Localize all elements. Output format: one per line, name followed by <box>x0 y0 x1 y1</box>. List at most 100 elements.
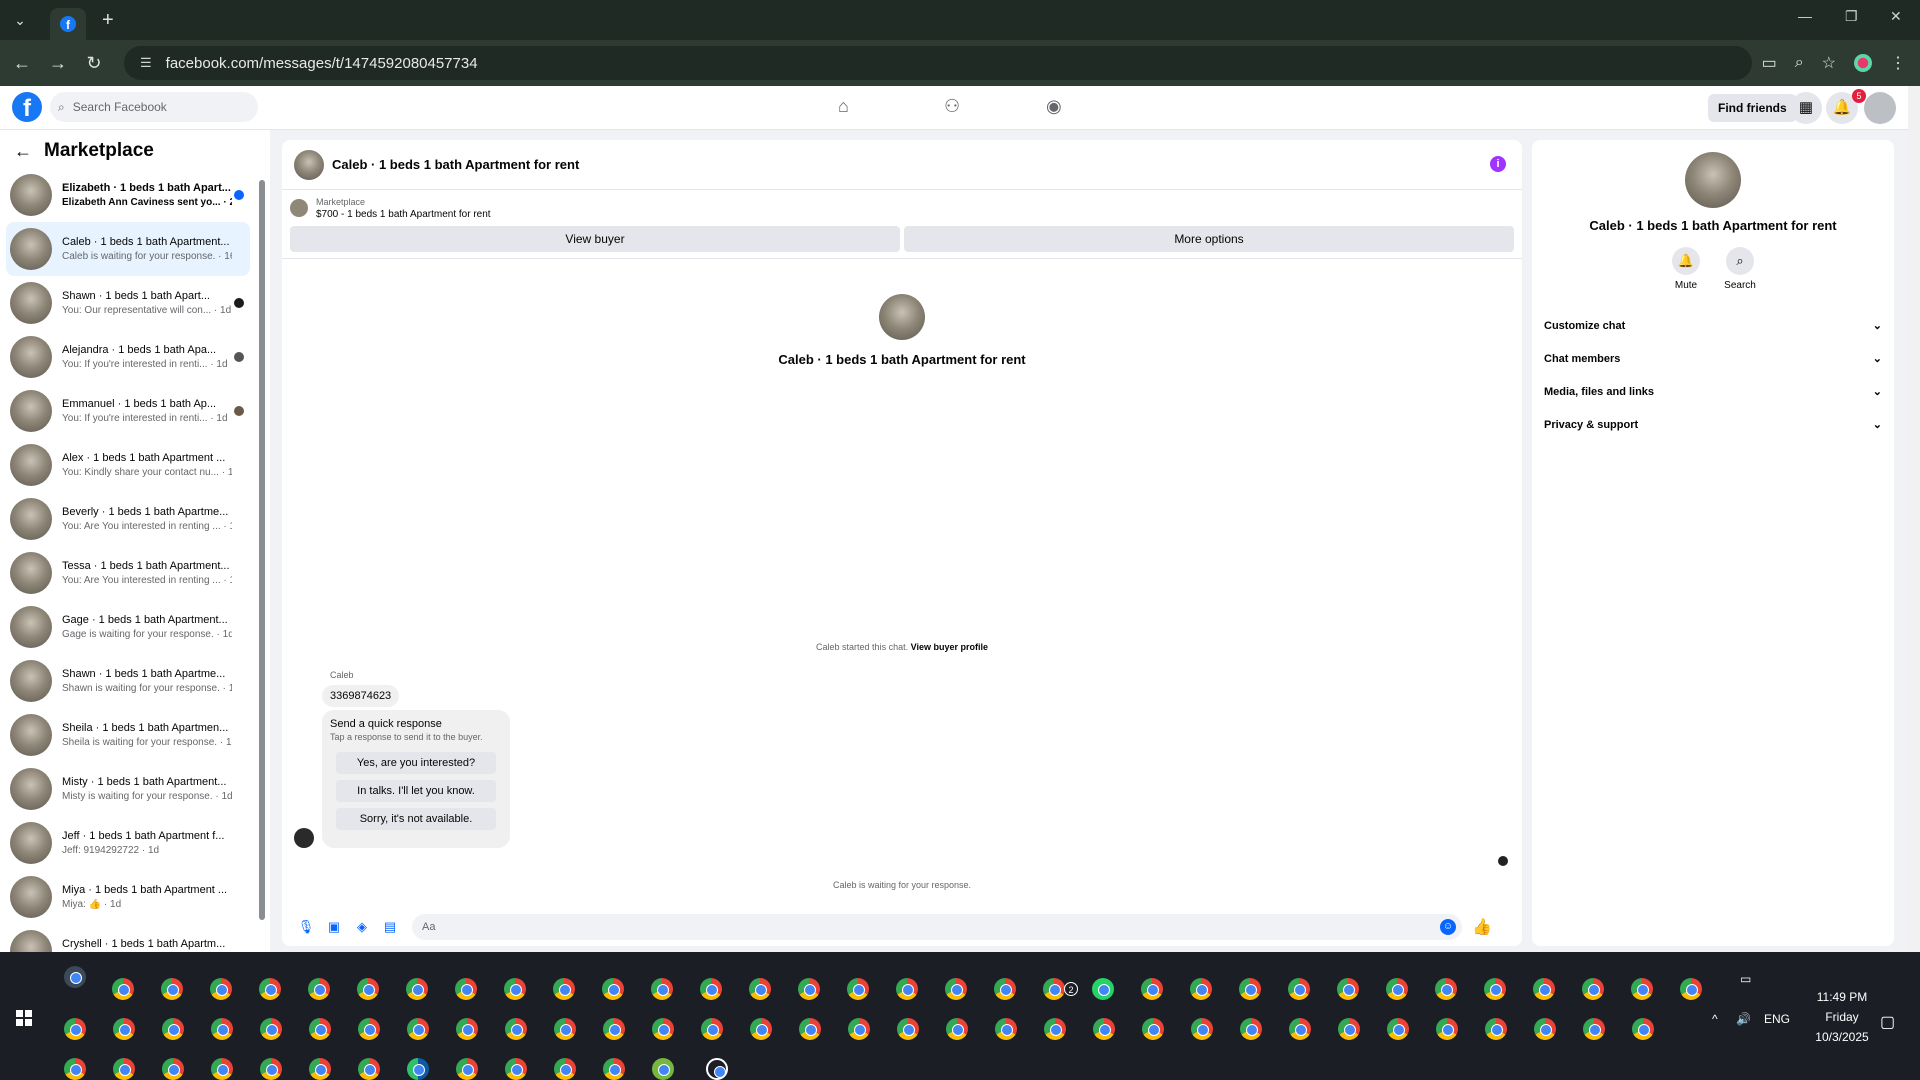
chrome-icon[interactable] <box>308 978 330 1000</box>
thumbs-up-icon[interactable]: 👍 <box>1472 917 1492 937</box>
sidebar-scrollbar[interactable] <box>258 170 266 950</box>
quick-response-button[interactable]: Sorry, it's not available. <box>336 808 496 830</box>
chrome-icon[interactable] <box>1386 978 1408 1000</box>
browser-profile-icon[interactable] <box>1854 54 1872 72</box>
conversation-item[interactable]: Alejandra · 1 beds 1 bath Apa... You: If … <box>6 330 250 384</box>
chrome-icon[interactable] <box>358 1018 380 1040</box>
view-buyer-button[interactable]: View buyer <box>290 226 900 252</box>
mute-button[interactable]: 🔔 Mute <box>1670 247 1702 291</box>
conversation-item[interactable]: Gage · 1 beds 1 bath Apartment... Gage is… <box>6 600 250 654</box>
menu-grid-icon[interactable]: ▦ <box>1790 92 1822 124</box>
chrome-icon[interactable] <box>896 978 918 1000</box>
conversation-item[interactable]: Jeff · 1 beds 1 bath Apartment f... Jeff:… <box>6 816 250 870</box>
facebook-search-input[interactable]: ⌕ Search Facebook <box>50 92 258 122</box>
chrome-icon[interactable] <box>553 978 575 1000</box>
chrome-icon[interactable] <box>309 1058 331 1080</box>
chrome-icon[interactable] <box>847 978 869 1000</box>
chrome-icon[interactable] <box>554 1058 576 1080</box>
chrome-icon[interactable] <box>260 1058 282 1080</box>
chrome-icon[interactable] <box>162 1058 184 1080</box>
chrome-icon[interactable] <box>357 978 379 1000</box>
page-scrollbar[interactable] <box>1908 86 1920 952</box>
find-friends-button[interactable]: Find friends <box>1708 94 1797 122</box>
chrome-icon[interactable] <box>358 1058 380 1080</box>
conversation-item[interactable]: Caleb · 1 beds 1 bath Apartment... Caleb … <box>6 222 250 276</box>
groups-icon[interactable]: ◉ <box>1046 96 1062 117</box>
message-bubble[interactable]: 3369874623 <box>322 685 400 707</box>
new-tab-button[interactable]: + <box>102 9 114 32</box>
chrome-icon[interactable] <box>1289 1018 1311 1040</box>
chrome-icon[interactable] <box>603 1018 625 1040</box>
listing-banner[interactable]: Marketplace $700 - 1 beds 1 bath Apartme… <box>282 190 1522 226</box>
chrome-icon[interactable] <box>309 1018 331 1040</box>
windows-start-icon[interactable] <box>16 1010 32 1026</box>
chrome-icon[interactable] <box>602 978 624 1000</box>
chrome-icon[interactable] <box>554 1018 576 1040</box>
whatsapp-icon[interactable] <box>1092 978 1114 1000</box>
chrome-icon[interactable] <box>1093 1018 1115 1040</box>
chrome-icon[interactable] <box>64 1058 86 1080</box>
browser-menu-icon[interactable]: ⋮ <box>1890 53 1906 73</box>
chat-avatar[interactable] <box>294 149 324 180</box>
media-files-links-section[interactable]: Media, files and links ⌄ <box>1544 375 1882 408</box>
search-conversation-button[interactable]: ⌕ Search <box>1724 247 1756 291</box>
chrome-icon[interactable] <box>897 1018 919 1040</box>
chrome-icon[interactable] <box>1632 1018 1654 1040</box>
chat-title[interactable]: Caleb · 1 beds 1 bath Apartment for rent <box>332 157 579 172</box>
chrome-icon[interactable] <box>1436 1018 1458 1040</box>
chrome-icon[interactable] <box>651 978 673 1000</box>
chrome-icon[interactable] <box>995 1018 1017 1040</box>
message-input[interactable]: Aa ☺ <box>412 914 1462 940</box>
view-buyer-profile-link[interactable]: View buyer profile <box>911 642 988 652</box>
conversation-item[interactable]: Emmanuel · 1 beds 1 bath Ap... You: If yo… <box>6 384 250 438</box>
chrome-icon[interactable] <box>211 1018 233 1040</box>
chrome-icon[interactable] <box>64 1018 86 1040</box>
close-window-icon[interactable]: ✕ <box>1890 8 1902 25</box>
facebook-logo-icon[interactable]: f <box>12 92 42 122</box>
chrome-icon[interactable] <box>1387 1018 1409 1040</box>
conversation-item[interactable]: Sheila · 1 beds 1 bath Apartmen... Sheila… <box>6 708 250 762</box>
address-bar[interactable]: ☰ facebook.com/messages/t/14745920804577… <box>124 46 1752 80</box>
photo-icon[interactable]: ▣ <box>320 919 348 935</box>
pinned-app-icon[interactable] <box>64 966 86 988</box>
chrome-icon[interactable] <box>1533 978 1555 1000</box>
chrome-icon[interactable] <box>1190 978 1212 1000</box>
chrome-icon[interactable] <box>210 978 232 1000</box>
chrome-icon[interactable] <box>1239 978 1261 1000</box>
chrome-icon[interactable] <box>407 1018 429 1040</box>
conversation-item[interactable]: Tessa · 1 beds 1 bath Apartment... You: A… <box>6 546 250 600</box>
chrome-icon[interactable] <box>749 978 771 1000</box>
customize-chat-section[interactable]: Customize chat ⌄ <box>1544 309 1882 342</box>
chrome-icon[interactable] <box>1240 1018 1262 1040</box>
chrome-icon[interactable] <box>505 1058 527 1080</box>
chrome-icon[interactable] <box>848 1018 870 1040</box>
chrome-icon[interactable] <box>112 978 134 1000</box>
chrome-icon[interactable] <box>945 978 967 1000</box>
chrome-icon[interactable] <box>1337 978 1359 1000</box>
chrome-icon[interactable] <box>504 978 526 1000</box>
bookmark-star-icon[interactable]: ☆ <box>1822 53 1836 73</box>
chrome-icon[interactable] <box>456 1058 478 1080</box>
chrome-icon[interactable] <box>1485 1018 1507 1040</box>
info-icon[interactable]: i <box>1490 156 1506 172</box>
chrome-icon[interactable] <box>1288 978 1310 1000</box>
chrome-icon[interactable] <box>455 978 477 1000</box>
chrome-icon[interactable] <box>505 1018 527 1040</box>
chrome-icon[interactable] <box>798 978 820 1000</box>
chrome-icon[interactable] <box>1044 1018 1066 1040</box>
chrome-icon[interactable] <box>113 1018 135 1040</box>
restore-icon[interactable]: ❐ <box>1845 8 1858 25</box>
chrome-icon[interactable] <box>1338 1018 1360 1040</box>
friends-icon[interactable]: ⚇ <box>944 96 960 117</box>
display-icon[interactable]: ▭ <box>1740 972 1751 986</box>
chrome-icon[interactable] <box>1484 978 1506 1000</box>
conversation-item[interactable]: Elizabeth · 1 beds 1 bath Apart... Elizab… <box>6 168 250 222</box>
chrome-icon[interactable] <box>946 1018 968 1040</box>
quick-response-button[interactable]: In talks. I'll let you know. <box>336 780 496 802</box>
conversation-item[interactable]: Alex · 1 beds 1 bath Apartment ... You: K… <box>6 438 250 492</box>
chrome-icon[interactable] <box>1142 1018 1164 1040</box>
circle-app-icon[interactable] <box>706 1058 728 1080</box>
clock[interactable]: 11:49 PM Friday 10/3/2025 <box>1806 990 1878 1044</box>
back-arrow-icon[interactable]: ← <box>14 141 32 162</box>
emoji-icon[interactable]: ☺ <box>1440 919 1456 935</box>
